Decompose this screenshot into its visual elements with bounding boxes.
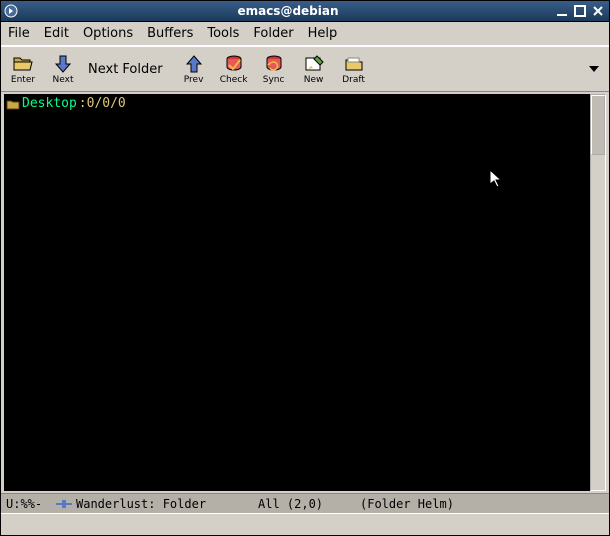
menu-edit[interactable]: Edit (44, 26, 69, 41)
folder-icon (6, 98, 20, 110)
arrow-up-icon (182, 53, 206, 75)
draft-label: Draft (342, 75, 365, 85)
minimize-button[interactable] (554, 3, 570, 19)
modeline-minor: (Folder Helm) (360, 497, 454, 511)
scrollbar-thumb[interactable] (591, 95, 605, 155)
next-label: Next (53, 75, 74, 85)
window-title: emacs@debian (22, 4, 554, 18)
check-button[interactable]: Check (215, 49, 253, 89)
menubar: File Edit Options Buffers Tools Folder H… (0, 22, 610, 46)
toolbar-menu-dropdown[interactable] (582, 49, 606, 89)
modeline-mode: Wanderlust: Folder (76, 497, 256, 511)
draft-button[interactable]: Draft (335, 49, 373, 89)
wanderlust-icon (56, 498, 74, 510)
minibuffer[interactable] (0, 513, 610, 535)
menu-folder[interactable]: Folder (253, 26, 293, 41)
db-sync-icon (262, 53, 286, 75)
new-mail-icon (302, 53, 326, 75)
folder-line[interactable]: Desktop:0/0/0 (6, 96, 126, 111)
modeline-status: U:%%- (6, 497, 54, 511)
titlebar: emacs@debian (0, 0, 610, 22)
draft-folder-icon (342, 53, 366, 75)
enter-label: Enter (11, 75, 35, 85)
modeline: U:%%- Wanderlust: Folder All (2,0) (Fold… (0, 493, 610, 513)
next-button[interactable]: Next (44, 49, 82, 89)
appmenu-icon[interactable] (0, 4, 22, 18)
arrow-down-icon (51, 53, 75, 75)
enter-button[interactable]: Enter (4, 49, 42, 89)
prev-label: Prev (184, 75, 204, 85)
buffer[interactable]: Desktop:0/0/0 (4, 94, 590, 491)
next-folder-button[interactable]: Next Folder (84, 62, 173, 77)
check-label: Check (220, 75, 248, 85)
folder-open-icon (11, 53, 35, 75)
menu-buffers[interactable]: Buffers (147, 26, 193, 41)
editor-area: Desktop:0/0/0 (0, 92, 610, 493)
sync-label: Sync (263, 75, 285, 85)
toolbar: Enter Next Next Folder Prev Check (0, 46, 610, 92)
db-check-icon (222, 53, 246, 75)
maximize-button[interactable] (572, 3, 588, 19)
new-label: New (304, 75, 324, 85)
modeline-position: All (2,0) (258, 497, 358, 511)
folder-counts: :0/0/0 (79, 96, 126, 111)
menu-options[interactable]: Options (83, 26, 133, 41)
menu-help[interactable]: Help (308, 26, 338, 41)
prev-button[interactable]: Prev (175, 49, 213, 89)
close-button[interactable] (590, 3, 606, 19)
sync-button[interactable]: Sync (255, 49, 293, 89)
folder-name: Desktop (22, 96, 77, 111)
new-button[interactable]: New (295, 49, 333, 89)
menu-file[interactable]: File (8, 26, 30, 41)
vertical-scrollbar[interactable] (590, 94, 606, 491)
mouse-cursor-icon (489, 169, 503, 189)
menu-tools[interactable]: Tools (207, 26, 239, 41)
